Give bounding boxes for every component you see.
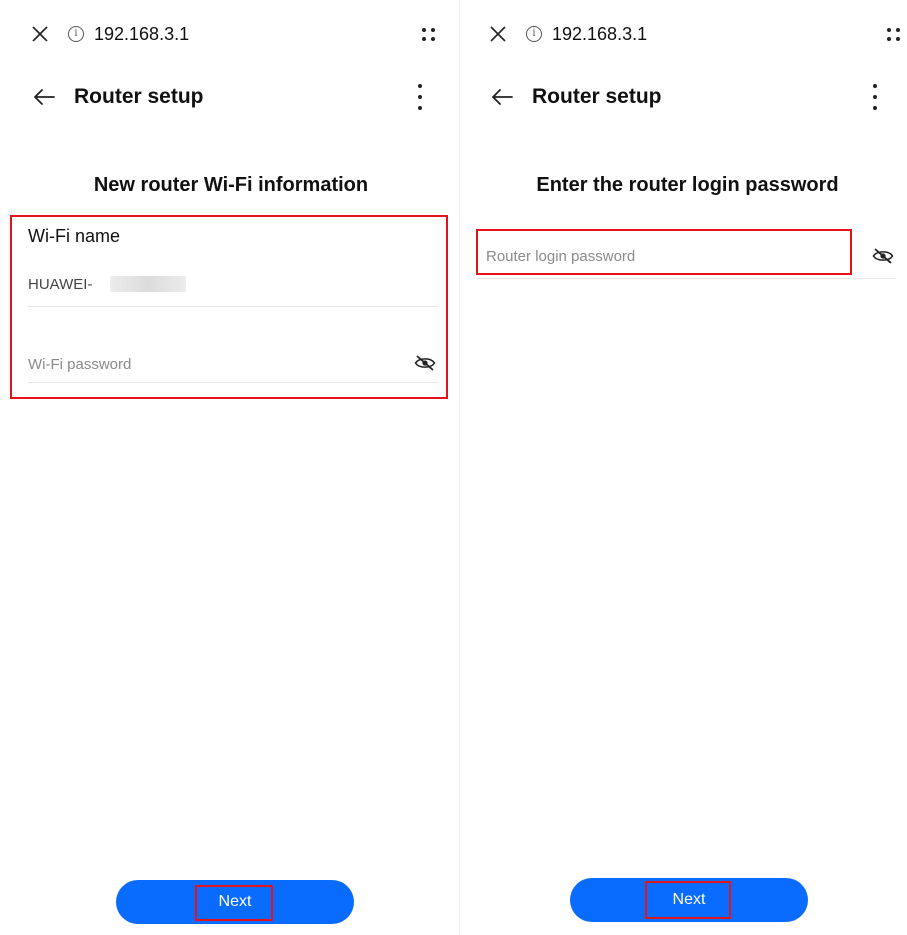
highlight-box-login-password (476, 229, 852, 275)
login-password-screen: i 192.168.3.1 Router setup Enter the rou… (468, 0, 907, 935)
overflow-menu-icon[interactable] (416, 82, 424, 112)
login-password-underline (476, 278, 896, 279)
section-title: Enter the router login password (536, 174, 839, 196)
wifi-info-screen: i 192.168.3.1 Router setup New router Wi… (10, 0, 452, 935)
url-text[interactable]: 192.168.3.1 (94, 24, 189, 45)
highlight-box-next (195, 885, 273, 921)
close-icon[interactable] (20, 14, 60, 54)
app-bar: Router setup (10, 76, 452, 118)
close-icon[interactable] (478, 14, 518, 54)
page-title: Router setup (74, 85, 204, 108)
app-bar: Router setup (468, 76, 907, 118)
highlight-box-wifi-fields (10, 215, 448, 399)
highlight-box-next (645, 881, 731, 919)
section-title: New router Wi-Fi information (93, 174, 369, 196)
more-options-icon[interactable] (422, 26, 438, 42)
back-arrow-icon[interactable] (26, 79, 62, 115)
browser-url-bar: i 192.168.3.1 (10, 14, 452, 54)
url-text[interactable]: 192.168.3.1 (552, 24, 647, 45)
info-icon[interactable]: i (68, 26, 84, 42)
page-title: Router setup (532, 85, 662, 108)
info-icon[interactable]: i (526, 26, 542, 42)
more-options-icon[interactable] (887, 26, 903, 42)
back-arrow-icon[interactable] (484, 79, 520, 115)
eye-off-icon[interactable] (872, 248, 894, 264)
panel-divider (459, 0, 460, 935)
overflow-menu-icon[interactable] (871, 82, 879, 112)
browser-url-bar: i 192.168.3.1 (468, 14, 907, 54)
